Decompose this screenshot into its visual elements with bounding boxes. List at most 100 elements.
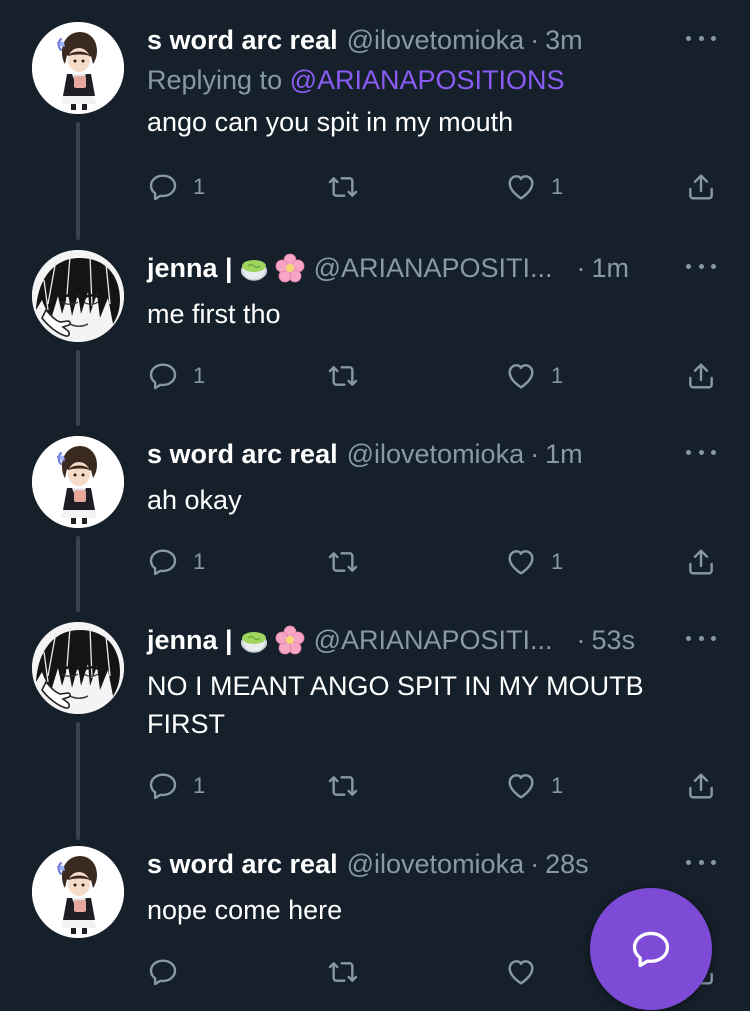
display-name[interactable]: jenna | (147, 625, 233, 656)
matcha-emoji-icon (239, 253, 269, 283)
avatar-image (32, 846, 124, 938)
tweet-header: s word arc real @ilovetomioka · 28s (147, 844, 720, 884)
tweet-header: jenna | @ARIANAPOSITI... · 53s (147, 620, 720, 660)
retweet-button[interactable] (327, 952, 359, 992)
tweet[interactable]: s word arc real @ilovetomioka · 3m Reply… (0, 0, 750, 230)
timestamp[interactable]: 1m (592, 253, 630, 284)
reply-button[interactable] (147, 952, 179, 992)
retweet-icon (327, 546, 359, 578)
reply-button[interactable]: 1 (147, 542, 205, 582)
avatar[interactable] (32, 250, 124, 342)
timestamp[interactable]: 28s (545, 849, 589, 880)
tweet[interactable]: jenna | @ARIANAPOSITI... · 53s NO I MEAN… (0, 612, 750, 830)
share-button[interactable] (685, 766, 717, 806)
avatar-image (32, 22, 124, 114)
display-name[interactable]: s word arc real (147, 849, 338, 880)
like-count: 1 (551, 773, 564, 798)
heart-icon (505, 956, 537, 988)
tweet[interactable]: jenna | @ARIANAPOSITI... · 1m me first t… (0, 240, 750, 416)
reply-button[interactable]: 1 (147, 766, 205, 806)
share-button[interactable] (685, 356, 717, 396)
username[interactable]: @ilovetomioka (347, 439, 524, 470)
avatar-image (32, 622, 124, 714)
tweet-text: me first tho (147, 299, 281, 329)
like-button[interactable]: 1 (505, 542, 563, 582)
reply-count: 1 (193, 174, 206, 199)
retweet-button[interactable] (327, 542, 359, 582)
display-name[interactable]: s word arc real (147, 25, 338, 56)
separator-dot: · (576, 252, 586, 283)
tweet-header: s word arc real @ilovetomioka · 1m (147, 434, 720, 474)
compose-reply-icon (632, 931, 670, 968)
avatar[interactable] (32, 846, 124, 938)
tweet[interactable]: s word arc real @ilovetomioka · 1m ah ok… (0, 426, 750, 602)
tweet-text: ango can you spit in my mouth (147, 107, 514, 137)
avatar[interactable] (32, 436, 124, 528)
username[interactable]: @ilovetomioka (347, 25, 524, 56)
more-icon[interactable] (686, 442, 716, 462)
timestamp[interactable]: 53s (592, 625, 636, 656)
tweet-header: s word arc real @ilovetomioka · 3m (147, 20, 720, 60)
tweet-actions: 1 1 (147, 167, 722, 207)
share-icon (685, 770, 717, 802)
tweet-actions: 1 1 (147, 766, 722, 806)
retweet-icon (327, 171, 359, 203)
cherry-blossom-emoji-icon (275, 625, 305, 655)
tweet-actions: 1 1 (147, 356, 722, 396)
more-icon[interactable] (686, 852, 716, 872)
retweet-button[interactable] (327, 766, 359, 806)
avatar[interactable] (32, 22, 124, 114)
like-button[interactable]: 1 (505, 766, 563, 806)
display-name[interactable]: jenna | (147, 253, 233, 284)
reply-button[interactable]: 1 (147, 167, 205, 207)
more-icon[interactable] (686, 28, 716, 48)
mention-link[interactable]: @ARIANAPOSITIONS (290, 65, 565, 95)
reply-icon (147, 956, 179, 988)
like-count: 1 (551, 363, 564, 388)
conversation-thread: s word arc real @ilovetomioka · 3m Reply… (0, 0, 750, 1011)
share-button[interactable] (685, 542, 717, 582)
share-button[interactable] (685, 167, 717, 207)
retweet-icon (327, 360, 359, 392)
reply-icon (147, 360, 179, 392)
reply-icon (147, 546, 179, 578)
display-name[interactable]: s word arc real (147, 439, 338, 470)
tweet-text-line: NO I MEANT ANGO SPIT IN MY MOUTB (147, 671, 644, 701)
tweet-text-line: FIRST (147, 709, 225, 739)
tweet-header: jenna | @ARIANAPOSITI... · 1m (147, 248, 720, 288)
share-icon (685, 360, 717, 392)
more-icon[interactable] (686, 628, 716, 648)
separator-dot: · (530, 438, 540, 469)
cherry-blossom-emoji-icon (275, 253, 305, 283)
compose-reply-button[interactable] (590, 888, 712, 1010)
like-button[interactable] (505, 952, 537, 992)
retweet-icon (327, 770, 359, 802)
like-button[interactable]: 1 (505, 167, 563, 207)
more-icon[interactable] (686, 256, 716, 276)
username[interactable]: @ARIANAPOSITI... (314, 625, 553, 656)
tweet-text: ah okay (147, 485, 242, 515)
share-icon (685, 546, 717, 578)
replying-to-label: Replying to (147, 65, 290, 95)
timestamp[interactable]: 1m (545, 439, 583, 470)
avatar[interactable] (32, 622, 124, 714)
heart-icon (505, 360, 537, 392)
share-icon (685, 171, 717, 203)
reply-count: 1 (193, 549, 206, 574)
reply-icon (147, 171, 179, 203)
tweet-text: NO I MEANT ANGO SPIT IN MY MOUTB FIRST (147, 667, 720, 743)
like-button[interactable]: 1 (505, 356, 563, 396)
retweet-icon (327, 956, 359, 988)
like-count: 1 (551, 549, 564, 574)
reply-button[interactable]: 1 (147, 356, 205, 396)
timestamp[interactable]: 3m (545, 25, 583, 56)
username[interactable]: @ARIANAPOSITI... (314, 253, 553, 284)
retweet-button[interactable] (327, 167, 359, 207)
like-count: 1 (551, 174, 564, 199)
reply-count: 1 (193, 773, 206, 798)
avatar-image (32, 250, 124, 342)
heart-icon (505, 770, 537, 802)
retweet-button[interactable] (327, 356, 359, 396)
username[interactable]: @ilovetomioka (347, 849, 524, 880)
separator-dot: · (576, 624, 586, 655)
